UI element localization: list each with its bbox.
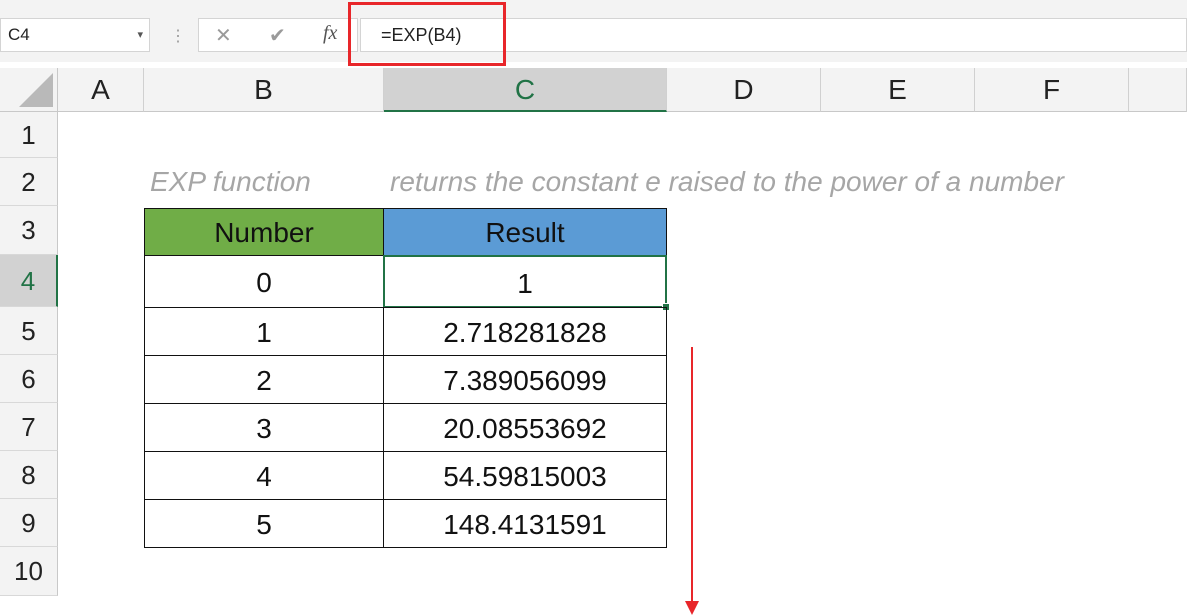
number-cell[interactable]: 0 [144,255,384,308]
formula-input[interactable]: =EXP(B4) [360,18,1187,52]
number-cell[interactable]: 4 [144,451,384,500]
column-header-g[interactable] [1129,68,1187,112]
column-header-d[interactable]: D [667,68,821,112]
cancel-icon[interactable]: ✕ [215,23,232,48]
number-header[interactable]: Number [144,208,384,256]
column-header-c[interactable]: C [384,68,667,112]
number-cell[interactable]: 2 [144,355,384,404]
column-header-f[interactable]: F [975,68,1129,112]
result-cell[interactable]: 2.718281828 [383,307,667,356]
row-header-3[interactable]: 3 [0,206,58,255]
spreadsheet-grid: A B C D E F 1 2 3 4 5 6 7 8 9 10 EXP fun… [0,68,1187,615]
result-cell-selected[interactable]: 1 [383,255,667,308]
name-box[interactable]: C4 ▾ [0,18,150,52]
name-box-value: C4 [8,25,30,44]
number-cell[interactable]: 3 [144,403,384,452]
row-header-6[interactable]: 6 [0,355,58,403]
function-name-note: EXP function [150,166,311,197]
select-all-triangle-icon [19,73,53,107]
result-cell[interactable]: 7.389056099 [383,355,667,404]
row-header-2[interactable]: 2 [0,158,58,206]
row-header-4[interactable]: 4 [0,255,58,307]
row-header-8[interactable]: 8 [0,451,58,499]
row-header-9[interactable]: 9 [0,499,58,547]
number-cell[interactable]: 5 [144,499,384,548]
row-header-5[interactable]: 5 [0,307,58,355]
result-cell[interactable]: 148.4131591 [383,499,667,548]
drag-handle-icon[interactable]: ⋮ [170,26,186,46]
column-header-a[interactable]: A [58,68,144,112]
enter-icon[interactable]: ✔ [269,23,286,48]
row-header-10[interactable]: 10 [0,547,58,596]
row-header-7[interactable]: 7 [0,403,58,451]
chevron-down-icon[interactable]: ▾ [137,19,143,51]
result-header[interactable]: Result [383,208,667,256]
number-cell[interactable]: 1 [144,307,384,356]
fill-down-arrow-line [691,347,693,601]
column-header-e[interactable]: E [821,68,975,112]
column-header-b[interactable]: B [144,68,384,112]
result-cell[interactable]: 54.59815003 [383,451,667,500]
row-header-1[interactable]: 1 [0,112,58,158]
arrow-down-icon [685,601,699,615]
result-cell[interactable]: 20.08553692 [383,403,667,452]
insert-function-icon[interactable]: fx [323,22,337,45]
formula-bar: C4 ▾ ⋮ ✕ ✔ fx =EXP(B4) [0,0,1187,66]
select-all-button[interactable] [0,68,58,112]
formula-buttons: ✕ ✔ fx [198,18,358,52]
function-description-note: returns the constant e raised to the pow… [390,166,1064,197]
